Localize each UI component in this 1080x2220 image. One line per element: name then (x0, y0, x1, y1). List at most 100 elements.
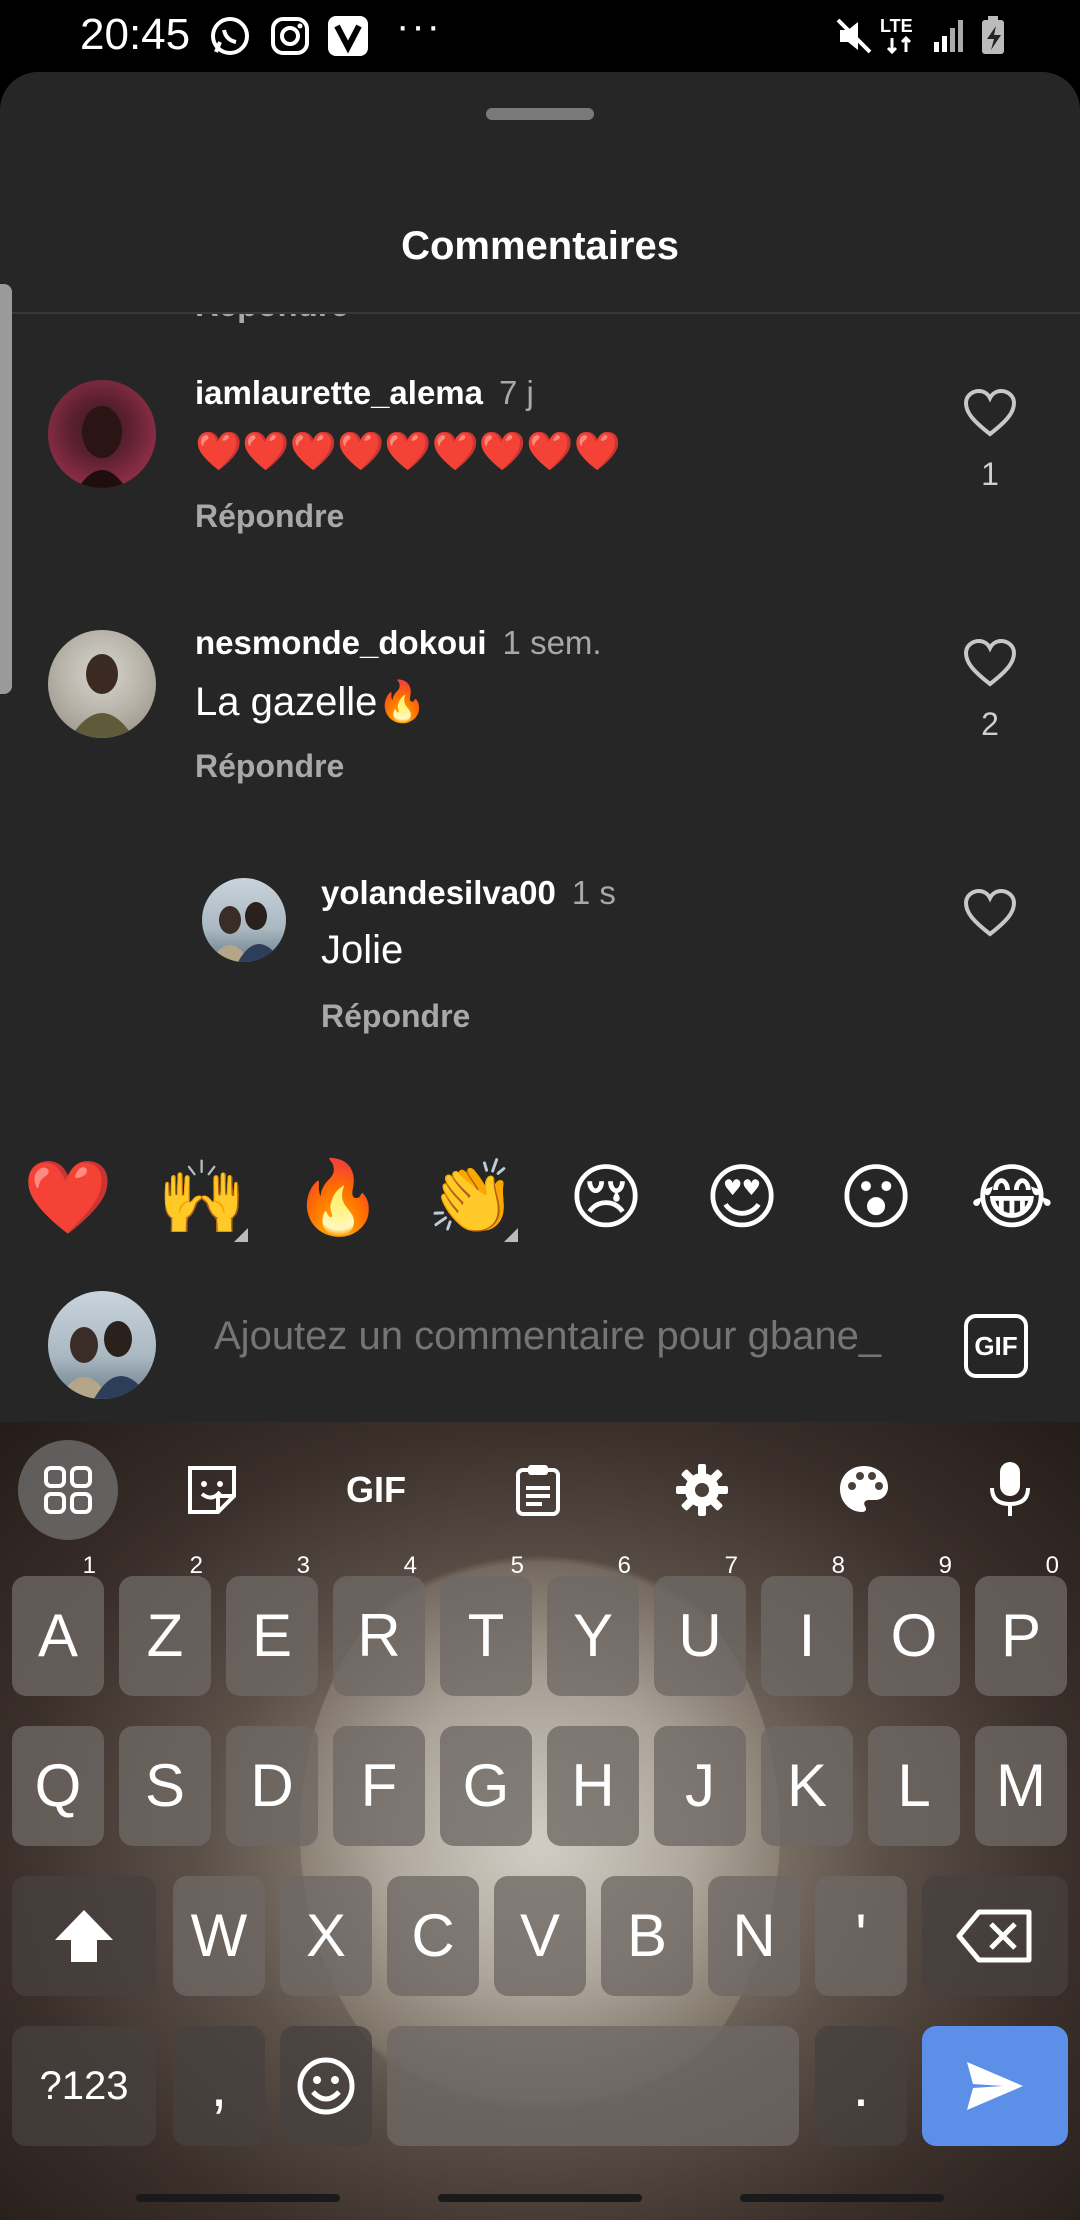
key-s[interactable]: S (119, 1726, 211, 1846)
username-text[interactable]: iamlaurette_alema (195, 374, 483, 411)
emoji-laughing-button[interactable]: 😂 (962, 1148, 1062, 1248)
key-k[interactable]: K (761, 1726, 853, 1846)
apps-grid-icon[interactable] (18, 1440, 118, 1540)
key-g[interactable]: G (440, 1726, 532, 1846)
settings-gear-icon[interactable] (652, 1440, 752, 1540)
comment-username[interactable]: nesmonde_dokoui 1 sem. (195, 624, 602, 662)
key-j[interactable]: J (654, 1726, 746, 1846)
emoji-glyph: 👏 (427, 1158, 517, 1238)
emoji-heart-eyes-button[interactable]: 😍 (692, 1148, 792, 1248)
key-o[interactable]: O9 (868, 1554, 960, 1696)
theme-palette-icon[interactable] (814, 1440, 914, 1540)
key-hint: 0 (1045, 1552, 1059, 1579)
period-key[interactable]: . (815, 2026, 907, 2146)
key-hint: 7 (724, 1552, 738, 1579)
microphone-icon[interactable] (960, 1440, 1060, 1540)
shift-key[interactable] (12, 1876, 156, 1996)
comment-username[interactable]: iamlaurette_alema 7 j (195, 374, 534, 412)
reply-button[interactable]: Répondre (321, 998, 470, 1035)
key-w[interactable]: W (173, 1876, 265, 1996)
key-a[interactable]: A1 (12, 1554, 104, 1696)
keyboard-toolbar: GIF (0, 1422, 1080, 1552)
comment-composer: GIF (0, 1272, 1080, 1422)
battery-charging-icon (972, 14, 1016, 58)
keyboard: GIF A1 Z2 E3 R4 T5 Y6 U7 I8 O9 P0 Q S D … (0, 1422, 1080, 2220)
key-c[interactable]: C (387, 1876, 479, 1996)
whatsapp-icon (208, 14, 252, 58)
drag-handle[interactable] (486, 108, 594, 120)
user-avatar (48, 1291, 156, 1399)
nav-back-indicator[interactable] (740, 2194, 944, 2202)
key-x[interactable]: X (280, 1876, 372, 1996)
avatar[interactable] (48, 380, 156, 488)
key-hint: 1 (82, 1552, 96, 1579)
reply-button[interactable]: Répondre (195, 748, 344, 785)
username-text[interactable]: nesmonde_dokoui (195, 624, 487, 661)
emoji-clap-button[interactable]: 👏 (422, 1148, 522, 1248)
sheet-title: Commentaires (401, 224, 679, 268)
sticker-icon[interactable] (162, 1440, 262, 1540)
reply-button[interactable]: Répondre (195, 498, 344, 535)
key-q[interactable]: Q (12, 1726, 104, 1846)
key-hint: 2 (189, 1552, 203, 1579)
comment-username[interactable]: yolandesilva00 1 s (321, 874, 616, 912)
key-label: O (890, 1602, 938, 1669)
comma-key[interactable]: , (173, 2026, 265, 2146)
like-count: 1 (981, 456, 999, 492)
emoji-raised-hands-button[interactable]: 🙌 (152, 1148, 252, 1248)
key-n[interactable]: N (708, 1876, 800, 1996)
symbols-key[interactable]: ?123 (12, 2026, 156, 2146)
avatar[interactable] (202, 878, 286, 962)
key-v[interactable]: V (494, 1876, 586, 1996)
comment-input[interactable] (214, 1314, 934, 1359)
key-hint: 9 (938, 1552, 952, 1579)
avatar[interactable] (48, 630, 156, 738)
heart-icon[interactable] (962, 638, 1018, 690)
key-u[interactable]: U7 (654, 1554, 746, 1696)
emoji-fire-button[interactable]: 🔥 (288, 1148, 388, 1248)
key-h[interactable]: H (547, 1726, 639, 1846)
key-label: Y (572, 1602, 614, 1669)
emoji-surprised-button[interactable]: 😮 (826, 1148, 926, 1248)
gif-button[interactable]: GIF (964, 1314, 1028, 1378)
key-b[interactable]: B (601, 1876, 693, 1996)
nav-home-indicator[interactable] (438, 2194, 642, 2202)
key-z[interactable]: Z2 (119, 1554, 211, 1696)
spacebar[interactable] (387, 2026, 799, 2146)
gif-keyboard-button[interactable]: GIF (326, 1440, 426, 1540)
key-l[interactable]: L (868, 1726, 960, 1846)
nav-recent-indicator[interactable] (136, 2194, 340, 2202)
key-f[interactable]: F (333, 1726, 425, 1846)
reply-button[interactable]: Répondre (195, 314, 349, 324)
key-label: U (678, 1602, 722, 1669)
heart-icon[interactable] (962, 888, 1018, 940)
key-label: R (357, 1602, 401, 1669)
instagram-icon (268, 14, 312, 58)
lte-icon: LTE (878, 14, 926, 58)
emoji-crying-button[interactable]: 😢 (556, 1148, 656, 1248)
vivaldi-app-icon (326, 14, 370, 58)
key-r[interactable]: R4 (333, 1554, 425, 1696)
heart-icon[interactable] (962, 388, 1018, 440)
clipboard-icon[interactable] (488, 1440, 588, 1540)
key-t[interactable]: T5 (440, 1554, 532, 1696)
key-y[interactable]: Y6 (547, 1554, 639, 1696)
comment-list: Répondre iamlaurette_alema 7 j ❤️❤️❤️❤️❤️… (0, 314, 1080, 1174)
key-i[interactable]: I8 (761, 1554, 853, 1696)
emoji-heart-button[interactable]: ❤️ (18, 1148, 118, 1248)
send-key[interactable] (922, 2026, 1068, 2146)
emoji-key[interactable] (280, 2026, 372, 2146)
backspace-key[interactable] (922, 1876, 1068, 1996)
key-p[interactable]: P0 (975, 1554, 1067, 1696)
emoji-glyph: 🙌 (157, 1158, 247, 1238)
key-d[interactable]: D (226, 1726, 318, 1846)
key-label: I (798, 1602, 816, 1669)
key-m[interactable]: M (975, 1726, 1067, 1846)
key-apostrophe[interactable]: ' (815, 1876, 907, 1996)
comment-time: 1 sem. (502, 624, 602, 661)
username-text[interactable]: yolandesilva00 (321, 874, 556, 911)
key-label: E (251, 1602, 293, 1669)
skin-tone-indicator (504, 1228, 518, 1242)
key-e[interactable]: E3 (226, 1554, 318, 1696)
like-count: 2 (981, 706, 999, 742)
